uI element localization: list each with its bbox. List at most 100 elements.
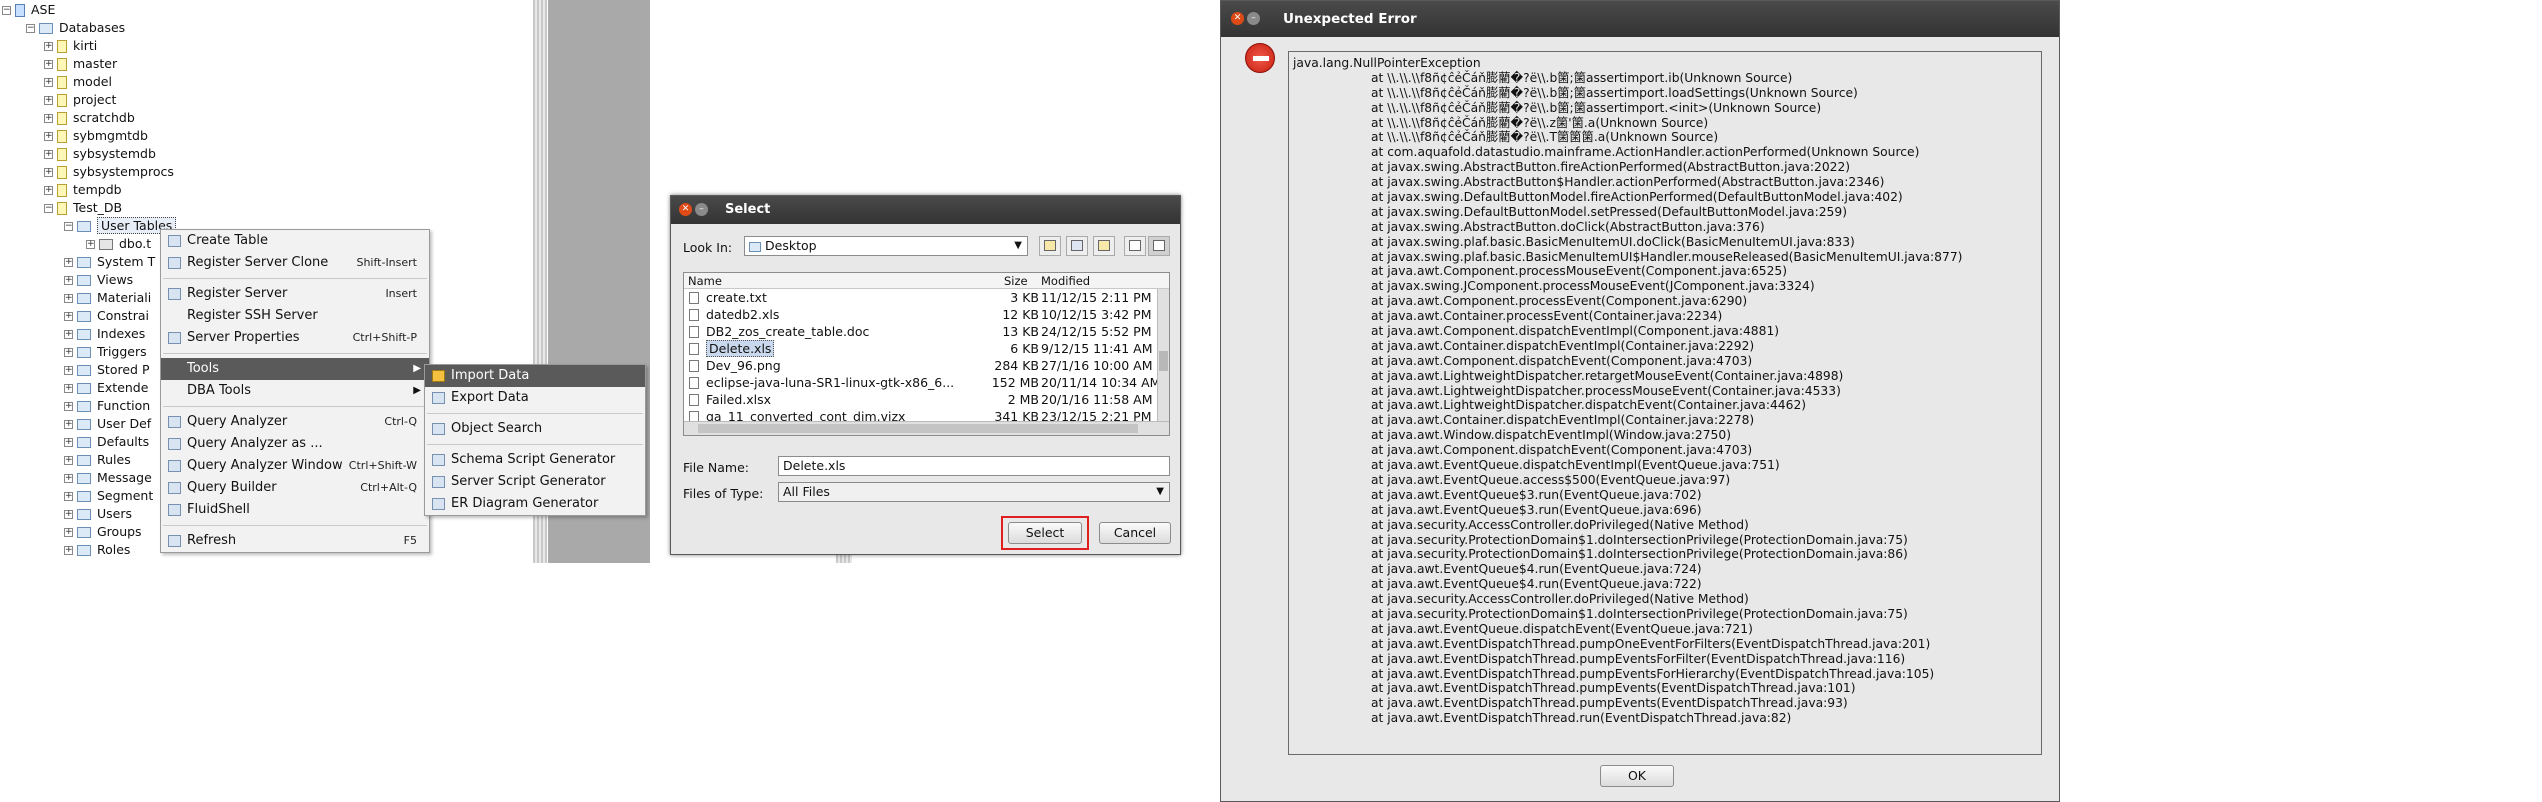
expand-toggle-icon[interactable]: +	[64, 402, 73, 411]
menu-item-dba-tools[interactable]: DBA Tools ▶	[161, 380, 429, 402]
tree-node-folder[interactable]: + Message	[64, 469, 152, 487]
new-folder-button[interactable]	[1093, 236, 1115, 256]
vertical-scrollbar[interactable]	[1157, 289, 1169, 421]
file-row[interactable]: DB2_zos_create_table.doc 13 KB 24/12/15 5:…	[684, 323, 1169, 340]
expand-toggle-icon[interactable]: +	[86, 240, 95, 249]
tree-node-database[interactable]: − Test_DB	[44, 199, 122, 217]
expand-toggle-icon[interactable]: +	[44, 186, 53, 195]
menu-item-query-analyzer-window[interactable]: Query Analyzer Window Ctrl+Shift-W	[161, 455, 429, 477]
expand-toggle-icon[interactable]: +	[44, 132, 53, 141]
expand-toggle-icon[interactable]: +	[64, 384, 73, 393]
collapse-toggle-icon[interactable]: −	[2, 6, 11, 15]
tree-node-table[interactable]: + dbo.t	[86, 235, 151, 253]
tree-node-folder[interactable]: + Materiali	[64, 289, 151, 307]
tree-node-folder[interactable]: + Triggers	[64, 343, 147, 361]
menu-item-register-ssh-server[interactable]: Register SSH Server	[161, 305, 429, 327]
cancel-button[interactable]: Cancel	[1099, 522, 1171, 544]
menu-item-tools[interactable]: Tools ▶	[161, 358, 429, 380]
menu-item-import-data[interactable]: Import Data	[425, 365, 645, 387]
expand-toggle-icon[interactable]: +	[44, 60, 53, 69]
horizontal-scrollbar[interactable]	[684, 421, 1169, 435]
menu-item-er-diagram-generator[interactable]: ER Diagram Generator	[425, 493, 645, 515]
tree-node-folder[interactable]: + Users	[64, 505, 132, 523]
tree-node-folder[interactable]: + Segment	[64, 487, 153, 505]
tree-node-folder[interactable]: + Indexes	[64, 325, 145, 343]
menu-item-server-script-generator[interactable]: Server Script Generator	[425, 471, 645, 493]
expand-toggle-icon[interactable]: +	[64, 294, 73, 303]
menu-item-fluidshell[interactable]: FluidShell	[161, 499, 429, 521]
file-row[interactable]: Failed.xlsx 2 MB 20/1/16 11:58 AM	[684, 391, 1169, 408]
menu-item-query-builder[interactable]: Query Builder Ctrl+Alt-Q	[161, 477, 429, 499]
list-view-button[interactable]	[1124, 236, 1146, 256]
tree-node-database[interactable]: + project	[44, 91, 116, 109]
tree-node-database[interactable]: + scratchdb	[44, 109, 135, 127]
expand-toggle-icon[interactable]: +	[64, 438, 73, 447]
expand-toggle-icon[interactable]: +	[64, 546, 73, 555]
tree-node-database[interactable]: + sybsystemdb	[44, 145, 156, 163]
collapse-toggle-icon[interactable]: −	[64, 222, 73, 231]
tree-node-folder[interactable]: + Rules	[64, 451, 131, 469]
home-button[interactable]	[1066, 236, 1088, 256]
tree-node-folder[interactable]: + Extende	[64, 379, 148, 397]
tree-node-folder[interactable]: + Views	[64, 271, 133, 289]
column-header-modified[interactable]: Modified	[1041, 274, 1090, 288]
tree-node-database[interactable]: + tempdb	[44, 181, 122, 199]
menu-item-create-table[interactable]: Create Table	[161, 230, 429, 252]
expand-toggle-icon[interactable]: +	[64, 348, 73, 357]
expand-toggle-icon[interactable]: +	[64, 420, 73, 429]
expand-toggle-icon[interactable]: +	[64, 330, 73, 339]
expand-toggle-icon[interactable]: +	[64, 528, 73, 537]
tree-node-folder[interactable]: + System T	[64, 253, 155, 271]
expand-toggle-icon[interactable]: +	[64, 258, 73, 267]
file-row[interactable]: eclipse-java-luna-SR1-linux-gtk-x86_6...…	[684, 374, 1169, 391]
file-row[interactable]: Delete.xls 6 KB 9/12/15 11:41 AM	[684, 340, 1169, 357]
expand-toggle-icon[interactable]: +	[64, 312, 73, 321]
tree-node-folder[interactable]: + Defaults	[64, 433, 149, 451]
expand-toggle-icon[interactable]: +	[44, 96, 53, 105]
tree-node-database[interactable]: + model	[44, 73, 112, 91]
stack-trace-area[interactable]: java.lang.NullPointerException at \\.\\.…	[1288, 51, 2042, 755]
look-in-dropdown[interactable]: Desktop ▼	[744, 236, 1028, 256]
up-folder-button[interactable]	[1039, 236, 1061, 256]
file-row[interactable]: create.txt 3 KB 11/12/15 2:11 PM	[684, 289, 1169, 306]
menu-item-export-data[interactable]: Export Data	[425, 387, 645, 409]
tree-node-database[interactable]: + master	[44, 55, 117, 73]
tree-node-folder[interactable]: + Constrai	[64, 307, 149, 325]
expand-toggle-icon[interactable]: +	[44, 42, 53, 51]
minimize-icon[interactable]: –	[695, 203, 708, 216]
file-row[interactable]: datedb2.xls 12 KB 10/12/15 3:42 PM	[684, 306, 1169, 323]
tree-node-database[interactable]: + kirti	[44, 37, 97, 55]
select-button[interactable]: Select	[1008, 522, 1082, 544]
tree-node-root[interactable]: − ASE	[2, 1, 55, 19]
menu-item-query-analyzer[interactable]: Query Analyzer Ctrl-Q	[161, 411, 429, 433]
tree-node-folder[interactable]: + Stored P	[64, 361, 149, 379]
expand-toggle-icon[interactable]: +	[64, 366, 73, 375]
minimize-icon[interactable]: –	[1247, 12, 1260, 25]
expand-toggle-icon[interactable]: +	[64, 492, 73, 501]
expand-toggle-icon[interactable]: +	[64, 510, 73, 519]
tree-node-databases[interactable]: − Databases	[26, 19, 125, 37]
expand-toggle-icon[interactable]: +	[44, 78, 53, 87]
menu-item-server-properties[interactable]: Server Properties Ctrl+Shift-P	[161, 327, 429, 349]
expand-toggle-icon[interactable]: +	[64, 276, 73, 285]
tree-node-folder[interactable]: + User Def	[64, 415, 151, 433]
column-header-size[interactable]: Size	[1004, 274, 1028, 288]
ok-button[interactable]: OK	[1600, 765, 1674, 787]
file-name-input[interactable]: Delete.xls	[778, 456, 1170, 476]
expand-toggle-icon[interactable]: +	[64, 474, 73, 483]
tree-node-folder[interactable]: + Roles	[64, 541, 130, 559]
menu-item-register-server-clone[interactable]: Register Server Clone Shift-Insert	[161, 252, 429, 274]
collapse-toggle-icon[interactable]: −	[26, 24, 35, 33]
files-of-type-dropdown[interactable]: All Files ▼	[778, 482, 1170, 502]
expand-toggle-icon[interactable]: +	[44, 168, 53, 177]
menu-item-refresh[interactable]: Refresh F5	[161, 530, 429, 552]
details-view-button[interactable]	[1148, 236, 1170, 256]
menu-item-schema-script-generator[interactable]: Schema Script Generator	[425, 449, 645, 471]
column-header-name[interactable]: Name	[688, 274, 722, 288]
menu-item-object-search[interactable]: Object Search	[425, 418, 645, 440]
file-row[interactable]: Dev_96.png 284 KB 27/1/16 10:00 AM	[684, 357, 1169, 374]
collapse-toggle-icon[interactable]: −	[44, 204, 53, 213]
menu-item-query-analyzer-as[interactable]: Query Analyzer as ...	[161, 433, 429, 455]
expand-toggle-icon[interactable]: +	[44, 150, 53, 159]
tree-node-database[interactable]: + sybmgmtdb	[44, 127, 148, 145]
